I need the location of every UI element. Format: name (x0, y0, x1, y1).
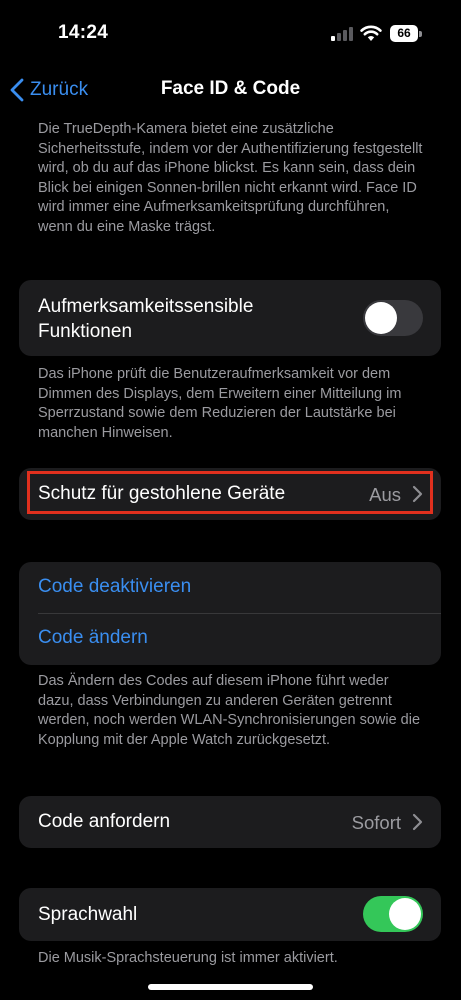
attention-aware-toggle[interactable] (363, 300, 423, 336)
chevron-right-icon (412, 813, 423, 831)
status-bar: 14:24 66 (0, 0, 461, 62)
home-indicator[interactable] (148, 984, 313, 990)
cellular-signal-icon (331, 27, 353, 41)
status-time: 14:24 (58, 22, 109, 43)
attention-aware-row[interactable]: Aufmerksamkeitssensible Funktionen (19, 280, 441, 356)
page-title: Face ID & Code (160, 78, 301, 99)
stolen-device-value: Aus (369, 484, 401, 505)
require-code-value: Sofort (351, 812, 401, 833)
require-code-row[interactable]: Code anfordern Sofort (19, 796, 441, 848)
attention-intro-footnote: Die TrueDepth-Kamera bietet eine zusätzl… (38, 121, 423, 235)
change-code-label: Code ändern (38, 627, 148, 648)
toggle-knob (389, 898, 421, 930)
attention-aware-footnote: Das iPhone prüft die Benutzeraufmerksamk… (38, 366, 402, 441)
toggle-knob (365, 302, 397, 334)
stolen-device-protection-row[interactable]: Schutz für gestohlene Geräte Aus (19, 468, 441, 520)
navigation-bar: Zurück Face ID & Code (0, 62, 461, 116)
stolen-device-group: Schutz für gestohlene Geräte Aus (19, 468, 441, 520)
voice-dial-row[interactable]: Sprachwahl (19, 888, 441, 941)
stolen-device-label: Schutz für gestohlene Geräte (38, 483, 286, 504)
require-code-group: Code anfordern Sofort (19, 796, 441, 848)
require-code-label: Code anfordern (38, 811, 171, 832)
wifi-icon (360, 25, 382, 41)
battery-icon: 66 (390, 25, 418, 42)
voice-dial-footnote: Die Musik-Sprachsteuerung ist immer akti… (38, 950, 338, 966)
deactivate-code-button[interactable]: Code deaktivieren (19, 562, 441, 613)
code-footnote: Das Ändern des Codes auf diesem iPhone f… (38, 673, 421, 748)
change-code-button[interactable]: Code ändern (19, 614, 441, 665)
battery-tip (419, 31, 422, 37)
voice-dial-group: Sprachwahl (19, 888, 441, 941)
deactivate-code-label: Code deaktivieren (38, 576, 192, 597)
attention-aware-group: Aufmerksamkeitssensible Funktionen (19, 280, 441, 356)
chevron-right-icon (412, 485, 423, 503)
voice-dial-toggle[interactable] (363, 896, 423, 932)
voice-dial-label: Sprachwahl (38, 904, 138, 925)
code-actions-group: Code deaktivieren Code ändern (19, 562, 441, 665)
attention-aware-label: Aufmerksamkeitssensible Funktionen (38, 296, 254, 342)
